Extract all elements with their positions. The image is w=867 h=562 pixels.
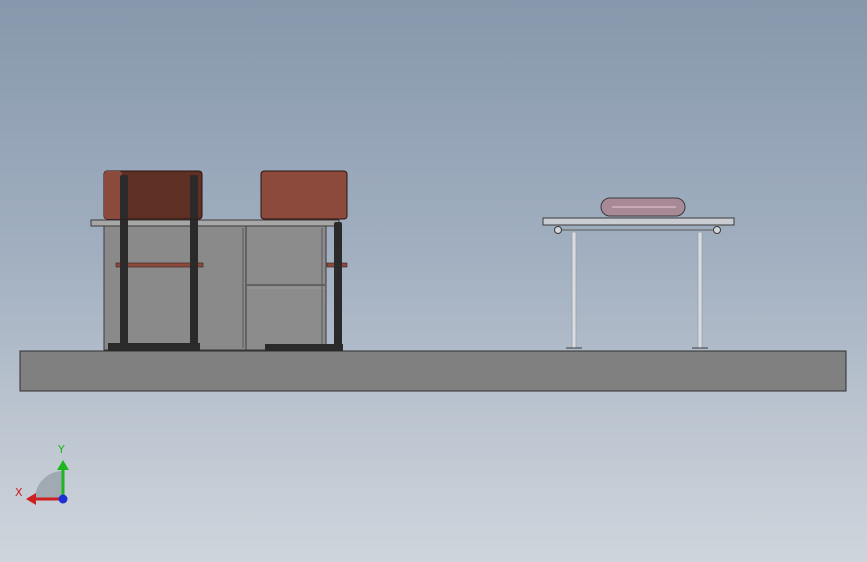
cad-viewport[interactable]: X Y	[0, 0, 867, 562]
triad-y-arrowhead	[57, 460, 69, 470]
frame-base-right	[265, 344, 343, 351]
triad-y-label: Y	[58, 443, 65, 456]
table-top	[542, 217, 735, 226]
cabinet-assembly[interactable]	[90, 170, 348, 351]
steel-table[interactable]	[542, 197, 735, 349]
frame-post-2-over	[190, 175, 198, 219]
triad-z-axis	[58, 494, 68, 504]
triad-x-label: X	[15, 486, 23, 499]
triad-plane	[35, 471, 63, 499]
frame-post-3	[334, 222, 342, 350]
frame-post-1-over	[120, 175, 128, 219]
brown-box-right	[260, 170, 348, 220]
table-leg-left	[571, 231, 577, 349]
brown-box-left-face	[104, 171, 122, 219]
orientation-triad[interactable]	[26, 460, 69, 505]
frame-base-left	[108, 343, 200, 351]
triad-x-arrowhead	[26, 493, 36, 505]
caster-left	[554, 226, 562, 234]
model-scene[interactable]	[0, 0, 867, 562]
crossbar-left	[115, 262, 204, 268]
caster-right	[713, 226, 721, 234]
floor-slab	[19, 350, 847, 392]
table-leg-right	[697, 231, 703, 349]
cabinet-top	[90, 219, 340, 227]
